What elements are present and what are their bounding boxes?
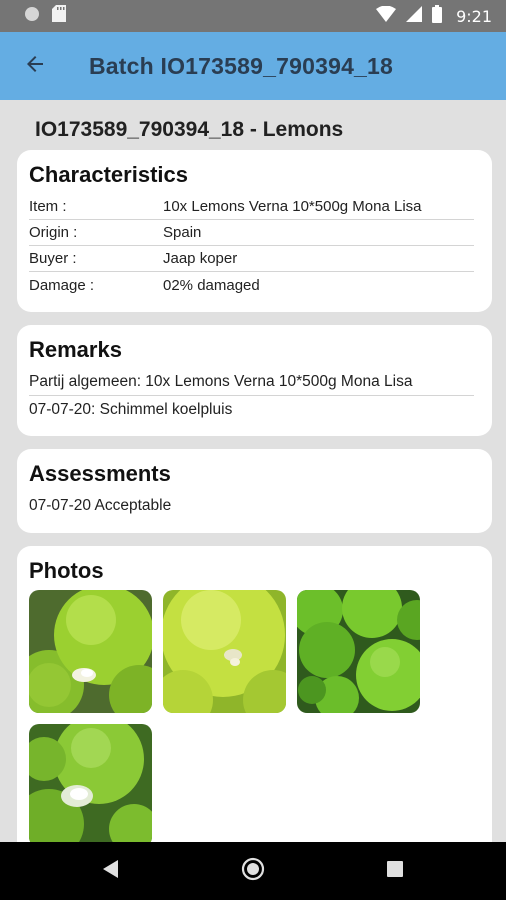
system-nav-bar [0,842,506,900]
back-button[interactable] [7,38,63,94]
assessments-title: Assessments [29,461,171,486]
lemon-photo-thumbnail[interactable] [29,724,152,842]
remark-item: 07-07-20: Schimmel koelpluis [29,400,233,418]
characteristic-row-origin: Origin : Spain [29,220,474,246]
characteristic-value: Jaap koper [163,250,238,267]
characteristics-card: Characteristics Item : 10x Lemons Verna … [17,150,492,312]
lemon-photo-thumbnail[interactable] [297,590,420,713]
app-bar: Batch IO173589_790394_18 [0,32,506,100]
remarks-card: Remarks Partij algemeen: 10x Lemons Vern… [17,325,492,436]
assessments-card: Assessments 07-07-20 Acceptable [17,449,492,533]
characteristic-value: 10x Lemons Verna 10*500g Mona Lisa [163,198,422,215]
characteristic-row-buyer: Buyer : Jaap koper [29,246,474,272]
characteristic-value: Spain [163,224,202,241]
photos-title: Photos [29,558,104,583]
recents-square-icon [387,860,403,882]
lemon-photo-thumbnail[interactable] [163,590,286,713]
remarks-title: Remarks [29,337,122,362]
characteristic-label: Damage : [29,276,95,294]
characteristic-label: Item : [29,198,67,215]
characteristics-title: Characteristics [29,162,188,187]
nav-home-button[interactable] [223,846,283,896]
batch-detail-content[interactable]: IO173589_790394_18 - Lemons Characterist… [0,100,506,842]
characteristic-label: Origin : [29,224,78,241]
app-bar-title: Batch IO173589_790394_18 [89,52,394,79]
nav-recents-button[interactable] [365,846,425,896]
arrow-left-icon [23,52,47,81]
characteristic-row-item: Item : 10x Lemons Verna 10*500g Mona Lis… [29,194,474,220]
photos-card: Photos [17,546,492,842]
page-heading: IO173589_790394_18 - Lemons [35,118,344,141]
characteristic-label: Buyer : [29,250,77,267]
cell-signal-icon [406,5,423,27]
status-time: 9:21 [456,6,492,26]
nav-back-button[interactable] [81,846,141,896]
home-circle-icon [241,857,265,886]
wifi-icon [376,5,397,27]
back-triangle-icon [103,859,119,883]
circle-notification-icon [24,6,40,27]
photo-grid [29,590,474,842]
battery-icon [432,4,443,28]
assessment-item[interactable]: 07-07-20 Acceptable [29,493,474,519]
characteristic-value: 02% damaged [163,276,260,294]
status-bar: 9:21 [0,0,506,32]
lemon-photo-thumbnail[interactable] [29,590,152,713]
characteristic-row-damage: Damage : 02% damaged [29,272,474,298]
remark-item: Partij algemeen: 10x Lemons Verna 10*500… [29,369,474,396]
sd-card-icon [52,5,66,27]
